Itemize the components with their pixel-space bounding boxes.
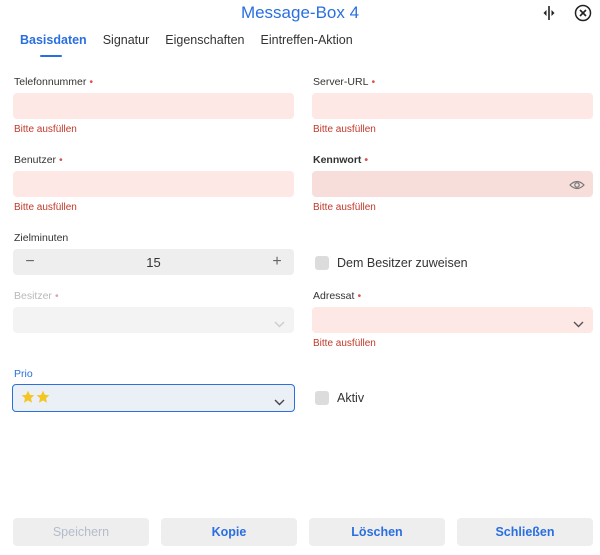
zielminuten-label: Zielminuten — [14, 232, 69, 244]
increment-button[interactable]: + — [270, 253, 284, 271]
checkbox-box[interactable] — [315, 256, 329, 270]
chevron-down-icon — [274, 315, 285, 333]
server-url-error: Bitte ausfüllen — [313, 124, 376, 135]
zielminuten-stepper[interactable]: − 15 + — [13, 249, 294, 275]
tab-basisdaten[interactable]: Basisdaten — [12, 33, 95, 53]
speichern-button[interactable]: Speichern — [13, 518, 149, 546]
eye-icon[interactable] — [569, 178, 585, 196]
kennwort-label: Kennwort • — [313, 154, 369, 166]
adressat-select[interactable] — [312, 307, 593, 333]
kopie-button[interactable]: Kopie — [161, 518, 297, 546]
benutzer-error: Bitte ausfüllen — [14, 202, 77, 213]
decrement-button[interactable]: − — [23, 253, 37, 271]
aktiv-label: Aktiv — [337, 391, 365, 405]
split-columns-icon[interactable] — [539, 3, 559, 23]
checkbox-box[interactable] — [315, 391, 329, 405]
tab-signatur[interactable]: Signatur — [95, 33, 158, 53]
prio-select[interactable] — [12, 384, 295, 412]
besitzer-label: Besitzer • — [14, 290, 59, 302]
server-url-input[interactable] — [312, 93, 593, 119]
kennwort-error: Bitte ausfüllen — [313, 202, 376, 213]
besitzer-select — [13, 307, 294, 333]
kennwort-input[interactable] — [312, 171, 593, 197]
close-circle-icon[interactable] — [573, 3, 593, 23]
telefonnummer-error: Bitte ausfüllen — [14, 124, 77, 135]
benutzer-input[interactable] — [13, 171, 294, 197]
telefonnummer-input[interactable] — [13, 93, 294, 119]
telefonnummer-label: Telefonnummer • — [14, 76, 94, 88]
schliessen-button[interactable]: Schließen — [457, 518, 593, 546]
dem-besitzer-zuweisen-label: Dem Besitzer zuweisen — [337, 256, 468, 270]
star-icon — [36, 390, 50, 403]
tab-bar: Basisdaten Signatur Eigenschaften Eintre… — [12, 33, 361, 53]
star-icon — [21, 390, 35, 403]
tab-eintreffen-aktion[interactable]: Eintreffen-Aktion — [253, 33, 361, 53]
aktiv-checkbox[interactable]: Aktiv — [315, 391, 364, 405]
chevron-down-icon[interactable] — [573, 315, 584, 333]
prio-label: Prio — [14, 368, 33, 380]
loeschen-button[interactable]: Löschen — [309, 518, 445, 546]
benutzer-label: Benutzer • — [14, 154, 63, 166]
server-url-label: Server-URL • — [313, 76, 376, 88]
adressat-error: Bitte ausfüllen — [313, 338, 376, 349]
adressat-label: Adressat • — [313, 290, 362, 302]
dem-besitzer-zuweisen-checkbox[interactable]: Dem Besitzer zuweisen — [315, 256, 468, 270]
prio-stars — [21, 390, 50, 404]
active-tab-indicator — [40, 55, 62, 57]
zielminuten-value: 15 — [146, 254, 161, 270]
window-title: Message-Box 4 — [240, 3, 360, 22]
chevron-down-icon[interactable] — [274, 393, 285, 411]
tab-eigenschaften[interactable]: Eigenschaften — [157, 33, 252, 53]
